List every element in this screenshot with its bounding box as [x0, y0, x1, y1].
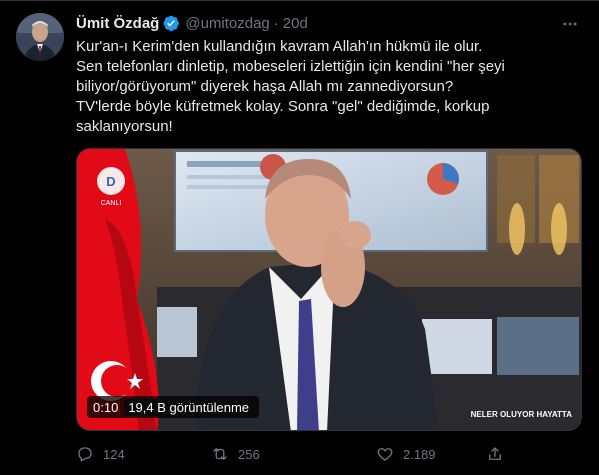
share-icon	[489, 447, 501, 460]
show-caption: NELER OLUYOR HAYATTA	[471, 410, 573, 419]
channel-label: CANLI	[101, 200, 122, 207]
video-frame: D CANLI NELER OLUYOR HAYATTA	[77, 149, 581, 430]
reply-count: 124	[103, 446, 125, 462]
tweet-text-line: biliyor/görüyorum" diyerek haşa Allah mı…	[76, 78, 454, 95]
more-options-button[interactable]	[559, 13, 581, 35]
view-count: 19,4 B görüntülenme	[124, 398, 254, 416]
share-button[interactable]	[486, 445, 504, 463]
like-button[interactable]: 2.189	[376, 445, 486, 463]
tweet-time[interactable]: 20d	[283, 15, 308, 32]
tweet-actions: 124 256 2.189	[76, 443, 516, 465]
tweet-text-line: TV'lerde böyle küfretmek kolay. Sonra "g…	[76, 98, 490, 115]
separator-dot: ·	[273, 14, 279, 32]
video-player[interactable]: D CANLI NELER OLUYOR HAYATTA 0:10 19,4 B…	[76, 148, 582, 431]
tweet-text: Kur'an-ı Kerim'den kullandığın kavram Al…	[76, 37, 586, 137]
avatar-image	[16, 13, 64, 61]
retweet-count: 256	[238, 446, 260, 462]
tweet-text-line: saklanıyorsun!	[76, 118, 173, 135]
heart-icon	[377, 448, 393, 461]
tweet-header: Ümit Özdağ @umitozdag · 20d	[76, 13, 308, 33]
reply-button[interactable]: 124	[76, 445, 211, 463]
avatar[interactable]	[16, 13, 64, 61]
video-info-badge: 0:10 19,4 B görüntülenme	[87, 396, 260, 418]
reply-icon	[78, 447, 92, 462]
author-handle[interactable]: @umitozdag	[185, 15, 269, 32]
tweet-text-line: Kur'an-ı Kerim'den kullandığın kavram Al…	[76, 38, 483, 55]
more-horizontal-icon	[563, 22, 577, 26]
tweet-text-line: Sen telefonları dinletip, mobeseleri izl…	[76, 58, 505, 75]
retweet-icon	[213, 448, 227, 460]
retweet-button[interactable]: 256	[211, 445, 376, 463]
svg-text:D: D	[106, 174, 115, 189]
verified-badge-icon	[162, 14, 180, 32]
author-name[interactable]: Ümit Özdağ	[76, 15, 159, 32]
like-count: 2.189	[403, 446, 436, 462]
tweet[interactable]: Ümit Özdağ @umitozdag · 20d Kur'an-ı Ker…	[0, 0, 599, 475]
video-time: 0:10	[93, 399, 119, 415]
